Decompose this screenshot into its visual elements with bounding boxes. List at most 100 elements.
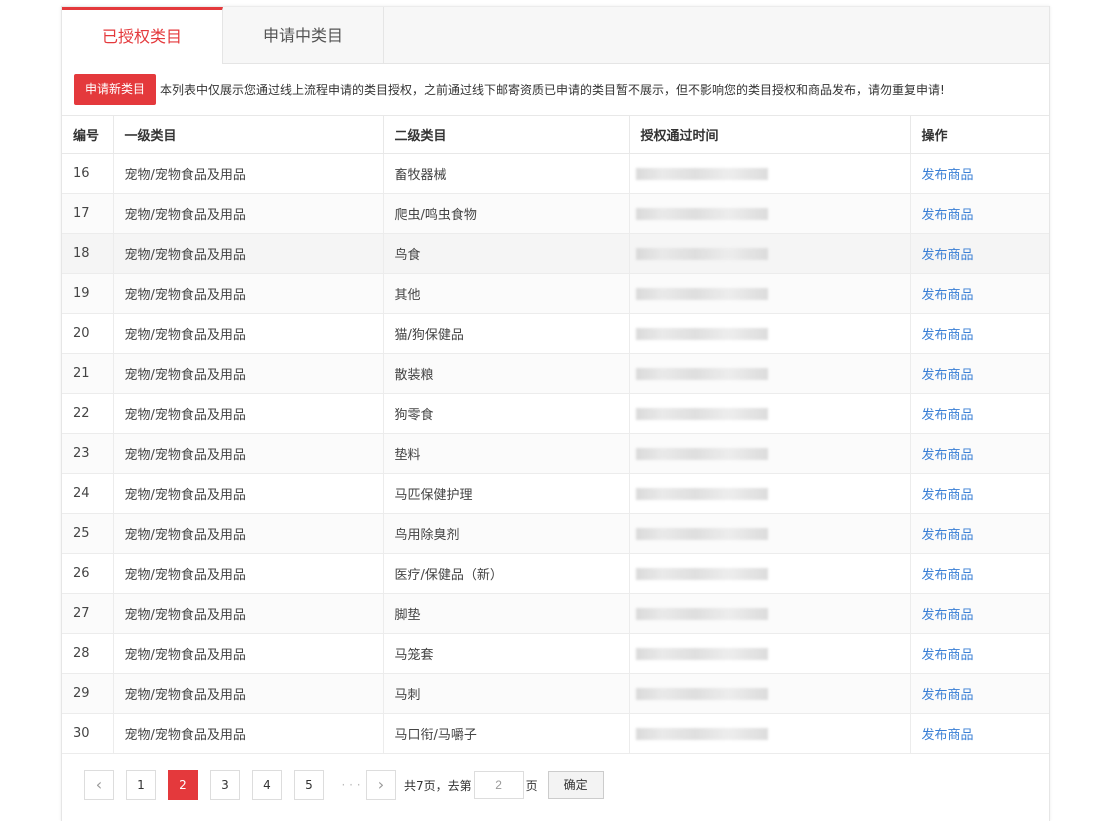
row-num: 18 — [62, 233, 114, 274]
table-row: 24 宠物/宠物食品及用品 马匹保健护理 发布商品 — [62, 473, 1049, 514]
publish-product-link[interactable]: 发布商品 — [922, 728, 974, 743]
redacted-time — [635, 607, 768, 620]
row-level2: 散装粮 — [383, 353, 630, 394]
confirm-page-button[interactable]: 确定 — [547, 771, 604, 799]
row-level2: 鸟用除臭剂 — [383, 513, 630, 554]
redacted-time — [635, 207, 768, 220]
tab-applying[interactable]: 申请中类目 — [223, 7, 384, 63]
tab-authorized[interactable]: 已授权类目 — [62, 7, 223, 64]
redacted-time — [635, 287, 768, 300]
page-number-input[interactable] — [473, 771, 524, 799]
notice-bar: 申请新类目 本列表中仅展示您通过线上流程申请的类目授权，之前通过线下邮寄资质已申… — [74, 73, 945, 105]
redacted-time — [635, 247, 768, 260]
page-4-button[interactable]: 4 — [252, 770, 282, 800]
row-level2: 马匹保健护理 — [383, 473, 630, 514]
publish-product-link[interactable]: 发布商品 — [922, 408, 974, 423]
table-row: 26 宠物/宠物食品及用品 医疗/保健品（新） 发布商品 — [62, 553, 1049, 594]
redacted-time — [635, 167, 768, 180]
row-level1: 宠物/宠物食品及用品 — [113, 313, 384, 354]
row-level1: 宠物/宠物食品及用品 — [113, 673, 384, 714]
page-2-button[interactable]: 2 — [168, 770, 198, 800]
page-ellipsis: · · · — [341, 778, 361, 792]
row-auth-time — [629, 193, 911, 234]
page-3-button[interactable]: 3 — [210, 770, 240, 800]
table-header-row: 编号 一级类目 二级类目 授权通过时间 操作 — [62, 115, 1049, 154]
row-num: 29 — [62, 673, 114, 714]
publish-product-link[interactable]: 发布商品 — [922, 248, 974, 263]
row-auth-time — [629, 393, 911, 434]
publish-product-link[interactable]: 发布商品 — [922, 608, 974, 623]
row-op: 发布商品 — [910, 513, 1049, 554]
category-panel: 已授权类目 申请中类目 申请新类目 本列表中仅展示您通过线上流程申请的类目授权，… — [61, 6, 1050, 821]
apply-category-button[interactable]: 申请新类目 — [74, 73, 157, 105]
row-op: 发布商品 — [910, 433, 1049, 474]
table-row: 19 宠物/宠物食品及用品 其他 发布商品 — [62, 273, 1049, 314]
row-num: 16 — [62, 153, 114, 194]
row-auth-time — [629, 273, 911, 314]
publish-product-link[interactable]: 发布商品 — [922, 448, 974, 463]
row-num: 22 — [62, 393, 114, 434]
row-op: 发布商品 — [910, 153, 1049, 194]
row-level1: 宠物/宠物食品及用品 — [113, 513, 384, 554]
row-op: 发布商品 — [910, 673, 1049, 714]
row-num: 25 — [62, 513, 114, 554]
row-auth-time — [629, 593, 911, 634]
row-auth-time — [629, 553, 911, 594]
table-row: 22 宠物/宠物食品及用品 狗零食 发布商品 — [62, 393, 1049, 434]
header-level1: 一级类目 — [113, 115, 384, 154]
publish-product-link[interactable]: 发布商品 — [922, 528, 974, 543]
row-num: 23 — [62, 433, 114, 474]
redacted-time — [635, 447, 768, 460]
publish-product-link[interactable]: 发布商品 — [922, 368, 974, 383]
publish-product-link[interactable]: 发布商品 — [922, 648, 974, 663]
table-row: 25 宠物/宠物食品及用品 鸟用除臭剂 发布商品 — [62, 513, 1049, 554]
publish-product-link[interactable]: 发布商品 — [922, 688, 974, 703]
row-level1: 宠物/宠物食品及用品 — [113, 353, 384, 394]
row-level2: 狗零食 — [383, 393, 630, 434]
header-num: 编号 — [62, 115, 114, 154]
publish-product-link[interactable]: 发布商品 — [922, 288, 974, 303]
page-1-button[interactable]: 1 — [126, 770, 156, 800]
row-num: 26 — [62, 553, 114, 594]
row-auth-time — [629, 313, 911, 354]
publish-product-link[interactable]: 发布商品 — [922, 328, 974, 343]
row-level1: 宠物/宠物食品及用品 — [113, 393, 384, 434]
total-pages-text: 共7页，去第 — [404, 778, 472, 793]
row-level1: 宠物/宠物食品及用品 — [113, 273, 384, 314]
row-level1: 宠物/宠物食品及用品 — [113, 553, 384, 594]
table-row: 20 宠物/宠物食品及用品 猫/狗保健品 发布商品 — [62, 313, 1049, 354]
redacted-time — [635, 647, 768, 660]
row-level2: 猫/狗保健品 — [383, 313, 630, 354]
row-auth-time — [629, 433, 911, 474]
redacted-time — [635, 487, 768, 500]
page-5-button[interactable]: 5 — [294, 770, 324, 800]
row-num: 27 — [62, 593, 114, 634]
row-num: 24 — [62, 473, 114, 514]
row-level1: 宠物/宠物食品及用品 — [113, 433, 384, 474]
page-suffix: 页 — [525, 778, 538, 793]
publish-product-link[interactable]: 发布商品 — [922, 488, 974, 503]
row-level1: 宠物/宠物食品及用品 — [113, 713, 384, 754]
row-auth-time — [629, 153, 911, 194]
redacted-time — [635, 407, 768, 420]
row-level1: 宠物/宠物食品及用品 — [113, 153, 384, 194]
header-level2: 二级类目 — [383, 115, 630, 154]
header-time: 授权通过时间 — [629, 115, 911, 154]
row-level2: 马刺 — [383, 673, 630, 714]
redacted-time — [635, 367, 768, 380]
row-auth-time — [629, 713, 911, 754]
table-row: 27 宠物/宠物食品及用品 脚垫 发布商品 — [62, 593, 1049, 634]
publish-product-link[interactable]: 发布商品 — [922, 208, 974, 223]
publish-product-link[interactable]: 发布商品 — [922, 568, 974, 583]
row-level1: 宠物/宠物食品及用品 — [113, 473, 384, 514]
prev-page-button[interactable]: ‹ — [84, 770, 114, 800]
row-op: 发布商品 — [910, 713, 1049, 754]
publish-product-link[interactable]: 发布商品 — [922, 168, 974, 183]
category-table: 编号 一级类目 二级类目 授权通过时间 操作 16 宠物/宠物食品及用品 畜牧器械发… — [62, 115, 1049, 754]
row-level2: 鸟食 — [383, 233, 630, 274]
row-op: 发布商品 — [910, 633, 1049, 674]
next-page-button[interactable]: › — [366, 770, 396, 800]
row-auth-time — [629, 353, 911, 394]
row-auth-time — [629, 473, 911, 514]
table-row: 21 宠物/宠物食品及用品 散装粮 发布商品 — [62, 353, 1049, 394]
